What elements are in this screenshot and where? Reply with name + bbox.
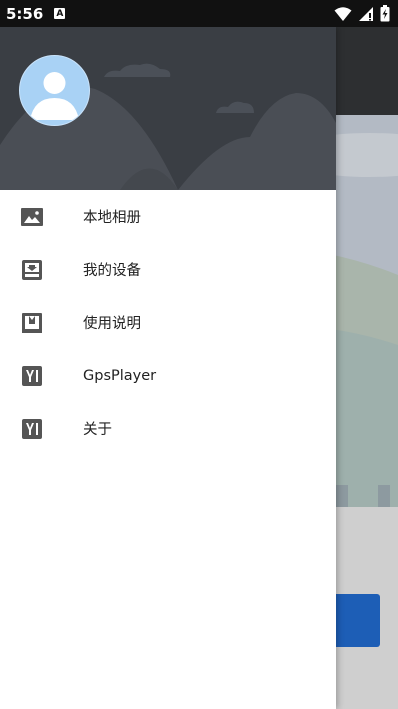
menu-item-local-album[interactable]: 本地相册	[0, 190, 336, 243]
menu-item-gpsplayer[interactable]: GpsPlayer	[0, 349, 336, 402]
menu-item-label: 使用说明	[83, 316, 141, 332]
battery-charging-icon	[380, 5, 390, 22]
menu-item-label: 本地相册	[83, 210, 141, 226]
user-avatar[interactable]	[19, 55, 90, 126]
wifi-icon	[334, 6, 352, 21]
menu-item-instructions[interactable]: 使用说明	[0, 296, 336, 349]
menu-item-label: GpsPlayer	[83, 367, 157, 384]
download-box-icon	[21, 259, 42, 280]
navigation-drawer: 本地相册 我的设备 使用说明 GpsPlayer 关于	[0, 27, 336, 709]
menu-item-label: 关于	[83, 422, 112, 438]
avatar-placeholder-icon	[30, 72, 79, 120]
manual-icon	[21, 312, 42, 333]
status-time: 5:56	[6, 4, 44, 23]
status-icons	[334, 5, 390, 22]
drawer-menu: 本地相册 我的设备 使用说明 GpsPlayer 关于	[0, 190, 336, 455]
status-bar: 5:56 A	[0, 0, 398, 27]
notification-a-icon: A	[54, 8, 66, 19]
menu-item-my-devices[interactable]: 我的设备	[0, 243, 336, 296]
yi-logo-icon	[21, 418, 42, 439]
menu-item-label: 我的设备	[83, 263, 141, 279]
yi-logo-icon	[21, 365, 42, 386]
menu-item-about[interactable]: 关于	[0, 402, 336, 455]
image-icon	[20, 207, 43, 226]
drawer-header	[0, 27, 336, 190]
background-action-button	[330, 594, 380, 647]
signal-icon	[359, 6, 373, 21]
